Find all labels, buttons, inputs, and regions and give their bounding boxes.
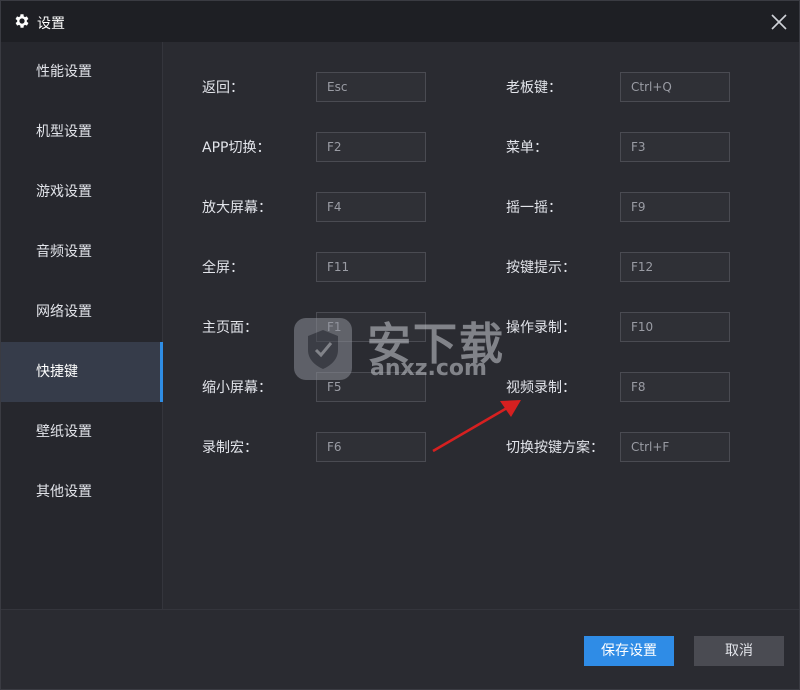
shortcut-label-app-switch: APP切换：: [202, 140, 271, 156]
settings-window: 设置 性能设置 机型设置 游戏设置 音频设置 网络设置 快捷键 壁纸设置 其他设…: [0, 0, 800, 690]
sidebar-item-shortcuts[interactable]: 快捷键: [1, 342, 163, 402]
shortcut-label-video-record: 视频录制：: [506, 380, 576, 396]
shortcut-label-shake: 摇一摇：: [506, 200, 562, 216]
sidebar-item-audio[interactable]: 音频设置: [1, 222, 163, 282]
shortcut-label-home: 主页面：: [202, 320, 258, 336]
shortcut-field-key-hints[interactable]: F12: [620, 252, 730, 282]
shortcut-label-zoom-in: 放大屏幕：: [202, 200, 272, 216]
shortcut-label-switch-scheme: 切换按键方案：: [506, 440, 604, 456]
sidebar-item-network[interactable]: 网络设置: [1, 282, 163, 342]
shortcut-field-back[interactable]: Esc: [316, 72, 426, 102]
window-title: 设置: [37, 16, 65, 32]
shortcut-field-menu[interactable]: F3: [620, 132, 730, 162]
shortcut-field-record-macro[interactable]: F6: [316, 432, 426, 462]
sidebar-item-wallpaper[interactable]: 壁纸设置: [1, 402, 163, 462]
sidebar-item-device-model[interactable]: 机型设置: [1, 102, 163, 162]
sidebar-item-other[interactable]: 其他设置: [1, 462, 163, 522]
shortcut-label-key-hints: 按键提示：: [506, 260, 576, 276]
shortcut-field-switch-scheme[interactable]: Ctrl+F: [620, 432, 730, 462]
shortcut-field-shake[interactable]: F9: [620, 192, 730, 222]
settings-sidebar: 性能设置 机型设置 游戏设置 音频设置 网络设置 快捷键 壁纸设置 其他设置: [1, 42, 163, 609]
shortcut-field-boss-key[interactable]: Ctrl+Q: [620, 72, 730, 102]
title-bar: 设置: [1, 1, 799, 42]
shortcut-field-home[interactable]: F1: [316, 312, 426, 342]
shortcut-label-back: 返回：: [202, 80, 244, 96]
save-button[interactable]: 保存设置: [584, 636, 674, 666]
shortcut-field-app-switch[interactable]: F2: [316, 132, 426, 162]
dialog-footer: 保存设置 取消: [1, 609, 799, 689]
close-icon[interactable]: [767, 10, 791, 34]
shortcut-field-video-record[interactable]: F8: [620, 372, 730, 402]
shortcut-field-operation-record[interactable]: F10: [620, 312, 730, 342]
shortcut-label-record-macro: 录制宏：: [202, 440, 258, 456]
shortcut-field-zoom-in[interactable]: F4: [316, 192, 426, 222]
cancel-button[interactable]: 取消: [694, 636, 784, 666]
shortcut-field-fullscreen[interactable]: F11: [316, 252, 426, 282]
sidebar-item-performance[interactable]: 性能设置: [1, 42, 163, 102]
shortcut-settings-panel: 返回： Esc APP切换： F2 放大屏幕： F4 全屏： F11 主页面： …: [164, 42, 799, 609]
shortcut-label-menu: 菜单：: [506, 140, 548, 156]
shortcut-label-zoom-out: 缩小屏幕：: [202, 380, 272, 396]
sidebar-item-game[interactable]: 游戏设置: [1, 162, 163, 222]
shortcut-label-boss-key: 老板键：: [506, 80, 562, 96]
shortcut-label-operation-record: 操作录制：: [506, 320, 576, 336]
shortcut-label-fullscreen: 全屏：: [202, 260, 244, 276]
shortcut-field-zoom-out[interactable]: F5: [316, 372, 426, 402]
gear-icon: [15, 14, 29, 28]
